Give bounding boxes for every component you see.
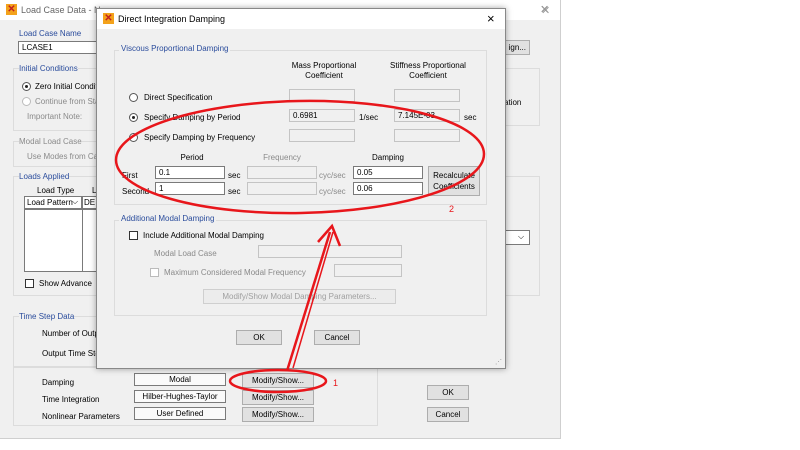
annotation-arrow-shaft <box>285 231 332 372</box>
annotation-ellipse-button <box>228 368 328 394</box>
annotation-arrow-shaft-2 <box>292 231 334 369</box>
annotation-label-1: 1 <box>333 378 339 388</box>
annotation-ellipse-dialog <box>114 99 486 215</box>
annotation-label-2: 2 <box>449 204 455 214</box>
annotation-overlay <box>114 99 486 394</box>
